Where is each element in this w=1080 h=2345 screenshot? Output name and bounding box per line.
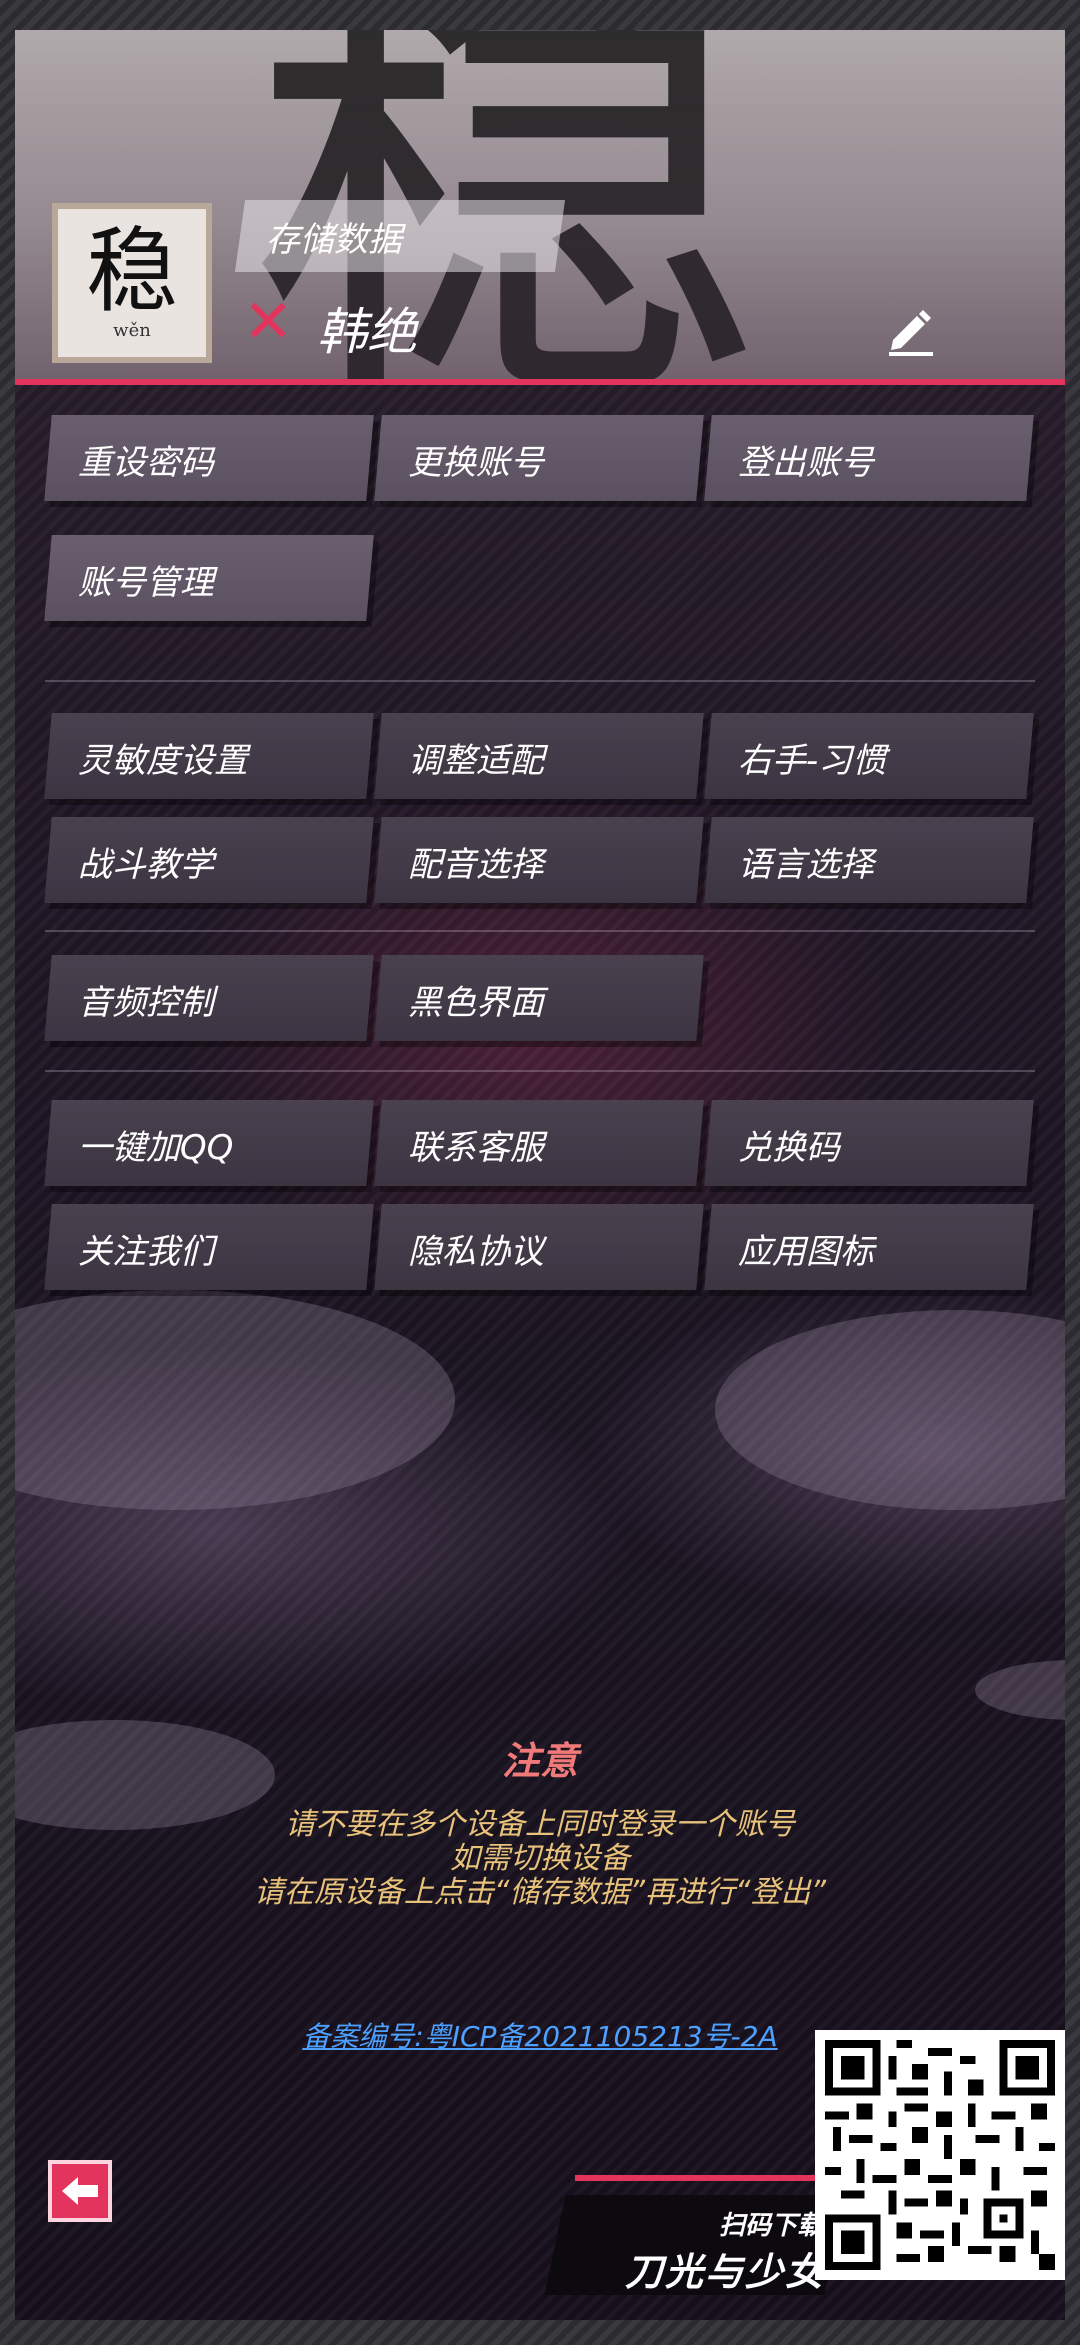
avatar-pinyin: wěn [113, 319, 151, 341]
close-x-icon: ✕ [243, 287, 294, 357]
scan-download-label: 扫码下载 [718, 2211, 823, 2241]
username: 韩绝 [317, 303, 417, 361]
section-divider [45, 930, 1035, 932]
button-label: 战斗教学 [77, 845, 214, 885]
arrow-left-icon [62, 2177, 98, 2205]
app-icon-button[interactable]: 应用图标 [704, 1204, 1034, 1290]
game-title: 刀光与少女 [624, 2250, 825, 2294]
voice-select-button[interactable]: 配音选择 [374, 817, 704, 903]
button-label: 关注我们 [77, 1232, 214, 1272]
button-label: 灵敏度设置 [77, 741, 248, 781]
notice-line: 请不要在多个设备上同时登录一个账号 [285, 1807, 795, 1842]
language-select-button[interactable]: 语言选择 [704, 817, 1034, 903]
button-label: 右手-习惯 [737, 741, 887, 781]
button-label: 账号管理 [77, 563, 214, 603]
notice-title: 注意 [501, 1739, 578, 1783]
avatar-hanzi: 稳 [85, 217, 178, 325]
button-label: 应用图标 [737, 1232, 874, 1272]
qr-code [815, 2030, 1065, 2280]
button-label: 更换账号 [407, 443, 544, 483]
button-label: 配音选择 [407, 845, 544, 885]
button-label: 一键加QQ [77, 1128, 234, 1168]
promo-accent-bar [575, 2175, 835, 2181]
contact-support-button[interactable]: 联系客服 [374, 1100, 704, 1186]
adjust-fit-button[interactable]: 调整适配 [374, 713, 704, 799]
snow-mound [715, 1310, 1065, 1510]
dark-interface-button[interactable]: 黑色界面 [374, 955, 704, 1041]
join-qq-button[interactable]: 一键加QQ [44, 1100, 374, 1186]
button-label: 黑色界面 [407, 983, 544, 1023]
button-label: 隐私协议 [407, 1232, 544, 1272]
logout-button[interactable]: 登出账号 [704, 415, 1034, 501]
button-label: 重设密码 [77, 443, 214, 483]
button-label: 兑换码 [737, 1128, 840, 1168]
switch-account-button[interactable]: 更换账号 [374, 415, 704, 501]
audio-control-button[interactable]: 音频控制 [44, 955, 374, 1041]
right-hand-habit-button[interactable]: 右手-习惯 [704, 713, 1034, 799]
snow-mound [15, 1290, 455, 1510]
notice-line: 请在原设备上点击“储存数据”再进行“登出” [253, 1875, 827, 1910]
button-label: 语言选择 [737, 845, 874, 885]
section-divider [45, 680, 1035, 682]
account-management-button[interactable]: 账号管理 [44, 535, 374, 621]
qr-code-icon [825, 2040, 1055, 2270]
reset-password-button[interactable]: 重设密码 [44, 415, 374, 501]
battle-tutorial-button[interactable]: 战斗教学 [44, 817, 374, 903]
save-data-button[interactable]: 存储数据 [234, 200, 566, 272]
profile-header: 稳 稳 wěn 存储数据 ✕ 韩绝 [15, 30, 1065, 385]
save-data-label: 存储数据 [265, 220, 402, 260]
button-label: 联系客服 [407, 1128, 544, 1168]
sensitivity-settings-button[interactable]: 灵敏度设置 [44, 713, 374, 799]
button-label: 音频控制 [77, 983, 214, 1023]
button-label: 调整适配 [407, 741, 544, 781]
section-divider [45, 1070, 1035, 1072]
privacy-policy-button[interactable]: 隐私协议 [374, 1204, 704, 1290]
notice-line: 如需切换设备 [450, 1841, 630, 1876]
edit-pencil-icon[interactable] [883, 302, 939, 358]
redeem-code-button[interactable]: 兑换码 [704, 1100, 1034, 1186]
follow-us-button[interactable]: 关注我们 [44, 1204, 374, 1290]
button-label: 登出账号 [737, 443, 874, 483]
avatar[interactable]: 稳 wěn [52, 203, 212, 363]
download-promo: 扫码下载 刀光与少女 [544, 2175, 846, 2295]
back-button[interactable] [48, 2160, 112, 2222]
settings-screen: 稳 稳 wěn 存储数据 ✕ 韩绝 重设密码 更换账号 登出账号 账号管理 灵敏… [15, 30, 1065, 2320]
snow-mound [975, 1660, 1065, 1720]
